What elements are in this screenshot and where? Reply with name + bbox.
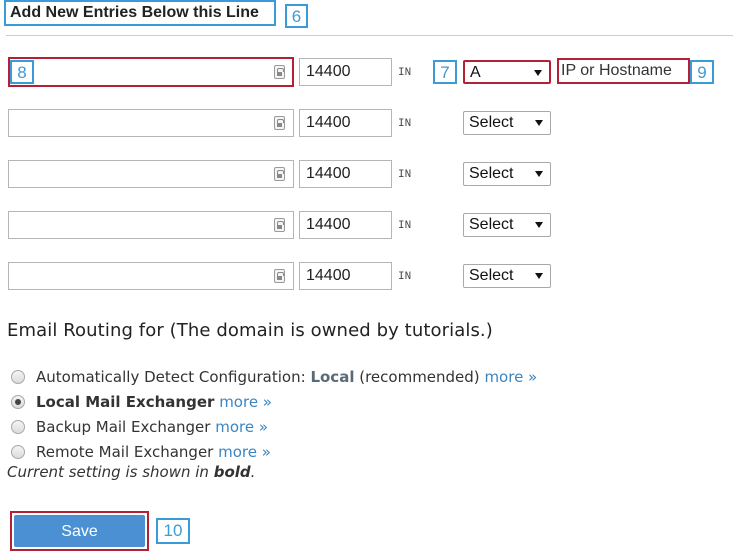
record-type-value: A [470,64,481,81]
record-type-value: Select [469,216,514,233]
record-type-select[interactable]: Select [463,162,551,186]
highlight-box [8,57,294,87]
save-button[interactable]: Save [14,515,145,547]
ttl-input[interactable]: 14400 [299,211,392,239]
target-placeholder: IP or Hostname [561,62,672,79]
section-header: Add New Entries Below this Line [4,0,276,26]
more-link[interactable]: more » [219,393,272,411]
radio-label: Local Mail Exchanger more » [36,392,272,412]
note-prefix: Current setting is shown in [7,463,214,481]
note-bold: bold [213,463,251,481]
record-name-input[interactable] [8,109,294,137]
radio-button[interactable] [11,420,25,434]
option-label: Remote Mail Exchanger [36,443,214,461]
ttl-input[interactable]: 14400 [299,262,392,290]
chevron-down-icon [534,70,542,76]
ttl-input[interactable]: 14400 [299,160,392,188]
record-type-select[interactable]: Select [463,213,551,237]
keyboard-icon [274,218,285,232]
record-type-select[interactable]: Select [463,264,551,288]
more-link[interactable]: more » [484,368,537,386]
class-label: IN [398,271,412,283]
record-name-input[interactable] [8,262,294,290]
callout-badge: 8 [10,60,34,84]
note-suffix: . [250,463,256,481]
option-label: Backup Mail Exchanger [36,418,211,436]
radio-button[interactable] [11,395,25,409]
keyboard-icon [274,269,285,283]
class-label: IN [398,169,412,181]
option-suffix: (recommended) [354,368,485,386]
option-label: Local Mail Exchanger [36,393,215,411]
current-setting-note: Current setting is shown in bold. [7,463,255,481]
radio-button[interactable] [11,445,25,459]
detected-value: Local [310,368,355,386]
callout-badge: 9 [690,60,714,84]
radio-label: Remote Mail Exchanger more » [36,442,271,462]
ttl-input[interactable]: 14400 [299,58,392,86]
record-type-value: Select [469,114,514,131]
callout-badge: 7 [433,60,457,84]
record-type-select[interactable]: Select [463,111,551,135]
radio-label: Automatically Detect Configuration: Loca… [36,367,537,387]
chevron-down-icon [535,273,543,279]
record-type-value: Select [469,267,514,284]
chevron-down-icon [535,222,543,228]
chevron-down-icon [535,171,543,177]
callout-badge: 6 [285,4,308,28]
email-routing-title: Email Routing for (The domain is owned b… [7,320,493,341]
record-type-select[interactable]: A [463,60,551,84]
option-label: Automatically Detect Configuration: [36,368,311,386]
record-type-value: Select [469,165,514,182]
keyboard-icon [274,167,285,181]
record-name-input[interactable] [8,160,294,188]
target-input[interactable]: IP or Hostname [557,58,690,84]
record-name-input[interactable] [8,211,294,239]
class-label: IN [398,118,412,130]
more-link[interactable]: more » [215,418,268,436]
section-header-text: Add New Entries Below this Line [10,4,259,21]
ttl-input[interactable]: 14400 [299,109,392,137]
class-label: IN [398,220,412,232]
callout-badge: 10 [156,518,190,544]
divider [6,35,733,36]
chevron-down-icon [535,120,543,126]
keyboard-icon [274,116,285,130]
class-label: IN [398,67,412,79]
radio-label: Backup Mail Exchanger more » [36,417,268,437]
more-link[interactable]: more » [218,443,271,461]
radio-button[interactable] [11,370,25,384]
